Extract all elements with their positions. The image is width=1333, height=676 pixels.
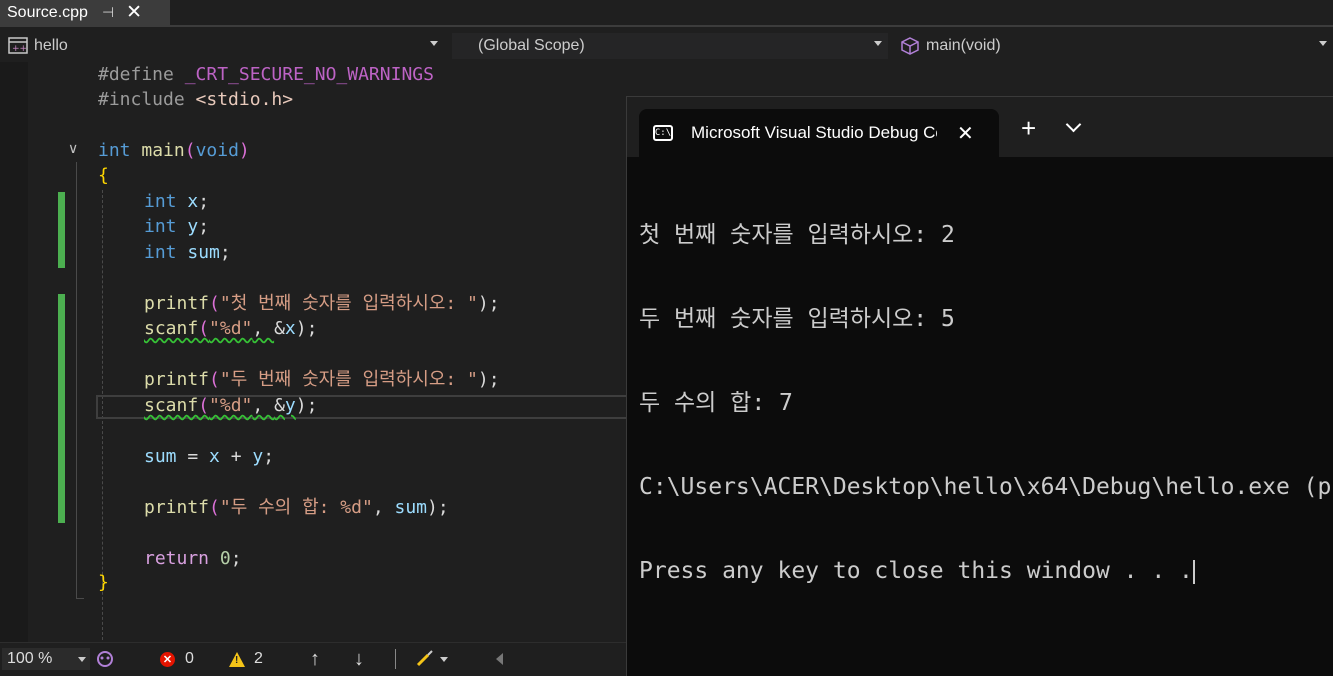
terminal-output[interactable]: 첫 번째 숫자를 입력하시오: 2 두 번째 숫자를 입력하시오: 5 두 수의… xyxy=(639,165,1333,641)
editor-status-bar: 100 % ✕ 0 ! 2 ↑ ↓ xyxy=(0,642,626,676)
navigation-bar: ++ hello (Global Scope) main(void) xyxy=(0,29,1333,62)
code-cleanup-button[interactable] xyxy=(414,648,448,670)
code-line-14: scanf("%d", &y); xyxy=(144,395,318,416)
code-line-16: sum = x + y; xyxy=(144,446,275,467)
tab-source-cpp[interactable]: Source.cpp ⊣ ✕ xyxy=(0,0,170,25)
terminal-line: 첫 번째 숫자를 입력하시오: 2 xyxy=(639,222,955,248)
member-dropdown[interactable]: main(void) xyxy=(896,33,1333,59)
code-line-2: #include <stdio.h> xyxy=(98,89,294,110)
chevron-down-icon xyxy=(430,41,438,46)
terminal-tab[interactable]: C:\ Microsoft Visual Studio Debug Consol… xyxy=(639,109,999,157)
code-line-11: scanf("%d", &x); xyxy=(144,318,318,339)
copilot-icon[interactable] xyxy=(94,648,116,670)
warning-icon: ! xyxy=(229,651,245,667)
error-count[interactable]: ✕ 0 xyxy=(160,648,194,670)
glyph-margin xyxy=(0,62,28,642)
terminal-line: C:\Users\ACER\Desktop\hello\x64\Debug\he… xyxy=(639,474,1332,500)
chevron-down-icon[interactable] xyxy=(1065,116,1082,133)
tab-underline xyxy=(0,25,1333,27)
brush-icon xyxy=(416,650,433,667)
member-name: main(void) xyxy=(926,37,1001,54)
zoom-level: 100 % xyxy=(7,650,53,667)
chevron-down-icon xyxy=(440,656,448,662)
tab-title: Source.cpp xyxy=(7,3,88,21)
scope-dropdown[interactable]: (Global Scope) xyxy=(452,33,888,59)
code-line-21: } xyxy=(98,572,109,593)
code-line-7: int y; xyxy=(144,216,210,237)
scope-label: (Global Scope) xyxy=(478,37,585,54)
debug-console-window[interactable]: C:\ Microsoft Visual Studio Debug Consol… xyxy=(626,96,1333,676)
code-line-1: #define _CRT_SECURE_NO_WARNINGS xyxy=(98,64,434,85)
cpp-project-icon: ++ xyxy=(8,37,28,54)
code-editor[interactable]: ∨ #define _CRT_SECURE_NO_WARNINGS #inclu… xyxy=(0,62,626,642)
close-tab-icon[interactable]: ✕ xyxy=(126,1,142,24)
text-cursor xyxy=(1192,559,1195,584)
pin-icon[interactable]: ⊣ xyxy=(102,4,114,21)
code-line-18: printf("두 수의 합: %d", sum); xyxy=(144,497,449,518)
document-tab-strip: Source.cpp ⊣ ✕ xyxy=(0,0,1333,27)
project-dropdown[interactable]: ++ hello xyxy=(2,33,444,59)
arrow-down-icon[interactable]: ↓ xyxy=(354,648,364,670)
terminal-line: Press any key to close this window . . . xyxy=(639,558,1195,584)
terminal-tab-bar: C:\ Microsoft Visual Studio Debug Consol… xyxy=(627,97,1333,157)
close-icon[interactable]: ✕ xyxy=(957,121,974,146)
project-name: hello xyxy=(34,37,68,54)
error-icon: ✕ xyxy=(160,651,175,667)
terminal-line: 두 번째 숫자를 입력하시오: 5 xyxy=(639,306,955,332)
arrow-up-icon[interactable]: ↑ xyxy=(310,648,320,670)
fold-guide-end xyxy=(76,598,84,599)
chevron-down-icon xyxy=(874,41,882,46)
fold-guide xyxy=(76,162,77,598)
code-line-6: int x; xyxy=(144,191,210,212)
scroll-left-icon[interactable] xyxy=(496,648,503,670)
code-line-10: printf("첫 번째 숫자를 입력하시오: "); xyxy=(144,293,500,314)
code-line-4: int main(void) xyxy=(98,140,250,161)
svg-text:++: ++ xyxy=(12,44,27,54)
code-line-8: int sum; xyxy=(144,242,231,263)
terminal-line: 두 수의 합: 7 xyxy=(639,390,793,416)
collapse-chevron-icon[interactable]: ∨ xyxy=(68,140,78,157)
code-line-5: { xyxy=(98,165,109,186)
chevron-down-icon xyxy=(78,657,86,662)
code-line-13: printf("두 번째 숫자를 입력하시오: "); xyxy=(144,369,500,390)
code-line-20: return 0; xyxy=(144,548,242,569)
new-tab-icon[interactable]: + xyxy=(1021,113,1036,144)
divider xyxy=(395,649,396,669)
function-cube-icon xyxy=(901,37,919,55)
change-marker xyxy=(58,192,65,268)
zoom-dropdown[interactable]: 100 % xyxy=(2,648,90,670)
change-marker xyxy=(58,294,65,523)
terminal-title: Microsoft Visual Studio Debug Console xyxy=(691,123,937,142)
warning-count[interactable]: ! 2 xyxy=(229,648,263,670)
chevron-down-icon xyxy=(1319,41,1327,46)
console-icon: C:\ xyxy=(653,125,673,141)
